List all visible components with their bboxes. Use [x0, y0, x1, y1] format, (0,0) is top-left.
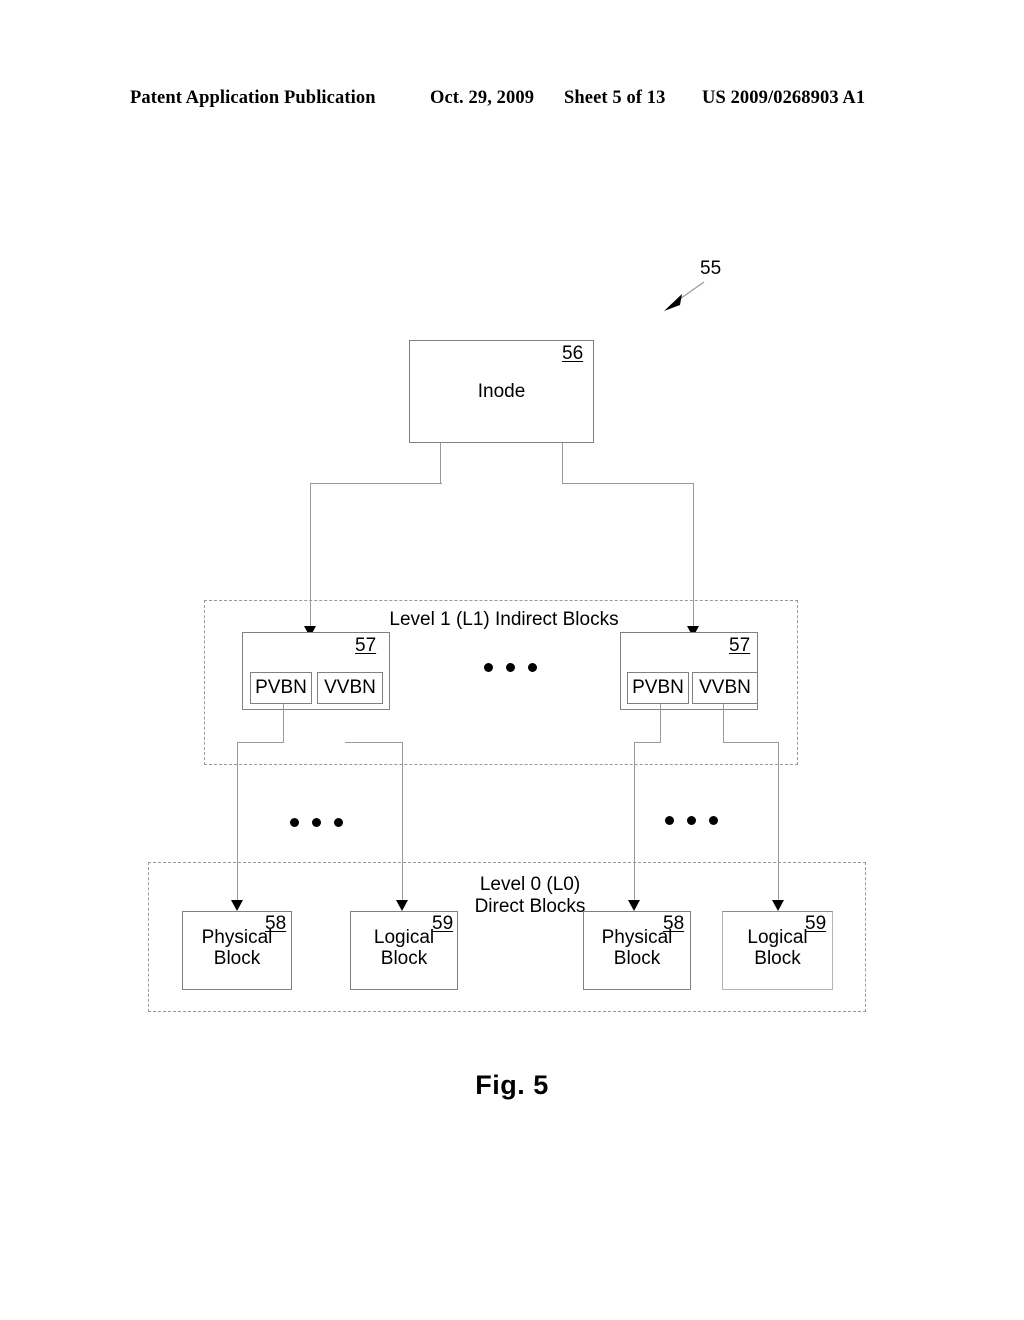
- ellipsis-dot: [334, 818, 343, 827]
- level1-block-left-pvbn-field[interactable]: PVBN: [250, 672, 312, 704]
- level0-block-logical-right-label: Logical Block: [747, 927, 808, 969]
- ellipsis-dot: [687, 816, 696, 825]
- inode-ref-number: 56: [562, 343, 584, 364]
- reference-55-arrow-icon: [664, 281, 705, 311]
- patent-header: Patent Application Publication Oct. 29, …: [0, 88, 1024, 114]
- connector-l1right-vvbn-stub: [723, 704, 724, 742]
- level1-block-right-pvbn-label: PVBN: [632, 677, 684, 698]
- ellipsis-dot: [290, 818, 299, 827]
- connector-inode-right-horizontal: [562, 483, 694, 484]
- level1-block-left-vvbn-label: VVBN: [324, 677, 376, 698]
- level1-block-right-vvbn-field[interactable]: VVBN: [692, 672, 758, 704]
- connector-inode-right-stub: [562, 443, 563, 483]
- connector-l1left-vvbn-horizontal: [345, 742, 403, 743]
- ellipsis-dot: [312, 818, 321, 827]
- header-date-text: Oct. 29, 2009: [430, 88, 535, 108]
- level1-block-right-vvbn-label: VVBN: [699, 677, 751, 698]
- connector-l1right-vvbn-horizontal: [723, 742, 779, 743]
- connector-inode-left-horizontal: [310, 483, 442, 484]
- level1-ellipsis: [484, 663, 537, 672]
- connector-l1left-pvbn-horizontal: [237, 742, 284, 743]
- level1-block-right-ref-number: 57: [729, 635, 751, 656]
- level1-block-left-ref-number: 57: [355, 635, 377, 656]
- connector-l1right-pvbn-horizontal: [634, 742, 661, 743]
- header-publication-text: Patent Application Publication: [130, 88, 376, 108]
- figure-caption: Fig. 5: [475, 1070, 549, 1100]
- connector-inode-left-stub: [440, 443, 441, 483]
- ellipsis-dot: [709, 816, 718, 825]
- ellipsis-dot: [665, 816, 674, 825]
- ellipsis-dot: [506, 663, 515, 672]
- level0-block-logical-left-label: Logical Block: [373, 927, 435, 969]
- connector-l1left-pvbn-stub: [283, 704, 284, 742]
- level1-block-left-pvbn-label: PVBN: [255, 677, 307, 698]
- level0-block-physical-right-label: Physical Block: [601, 927, 673, 969]
- level1-group-label: Level 1 (L1) Indirect Blocks: [389, 609, 619, 630]
- diagram-reference-55: 55: [700, 258, 722, 279]
- ellipsis-dot: [484, 663, 493, 672]
- level1-block-left-vvbn-field[interactable]: VVBN: [317, 672, 383, 704]
- level1-block-right-pvbn-field[interactable]: PVBN: [627, 672, 689, 704]
- connector-l1right-pvbn-stub: [660, 704, 661, 742]
- level0-right-ellipsis: [665, 816, 718, 825]
- header-sheet-text: Sheet 5 of 13: [564, 88, 666, 108]
- level0-block-physical-left-label: Physical Block: [201, 927, 273, 969]
- inode-label: Inode: [477, 381, 526, 402]
- ellipsis-dot: [528, 663, 537, 672]
- header-patent-number: US 2009/0268903 A1: [702, 88, 866, 108]
- level0-left-ellipsis: [290, 818, 343, 827]
